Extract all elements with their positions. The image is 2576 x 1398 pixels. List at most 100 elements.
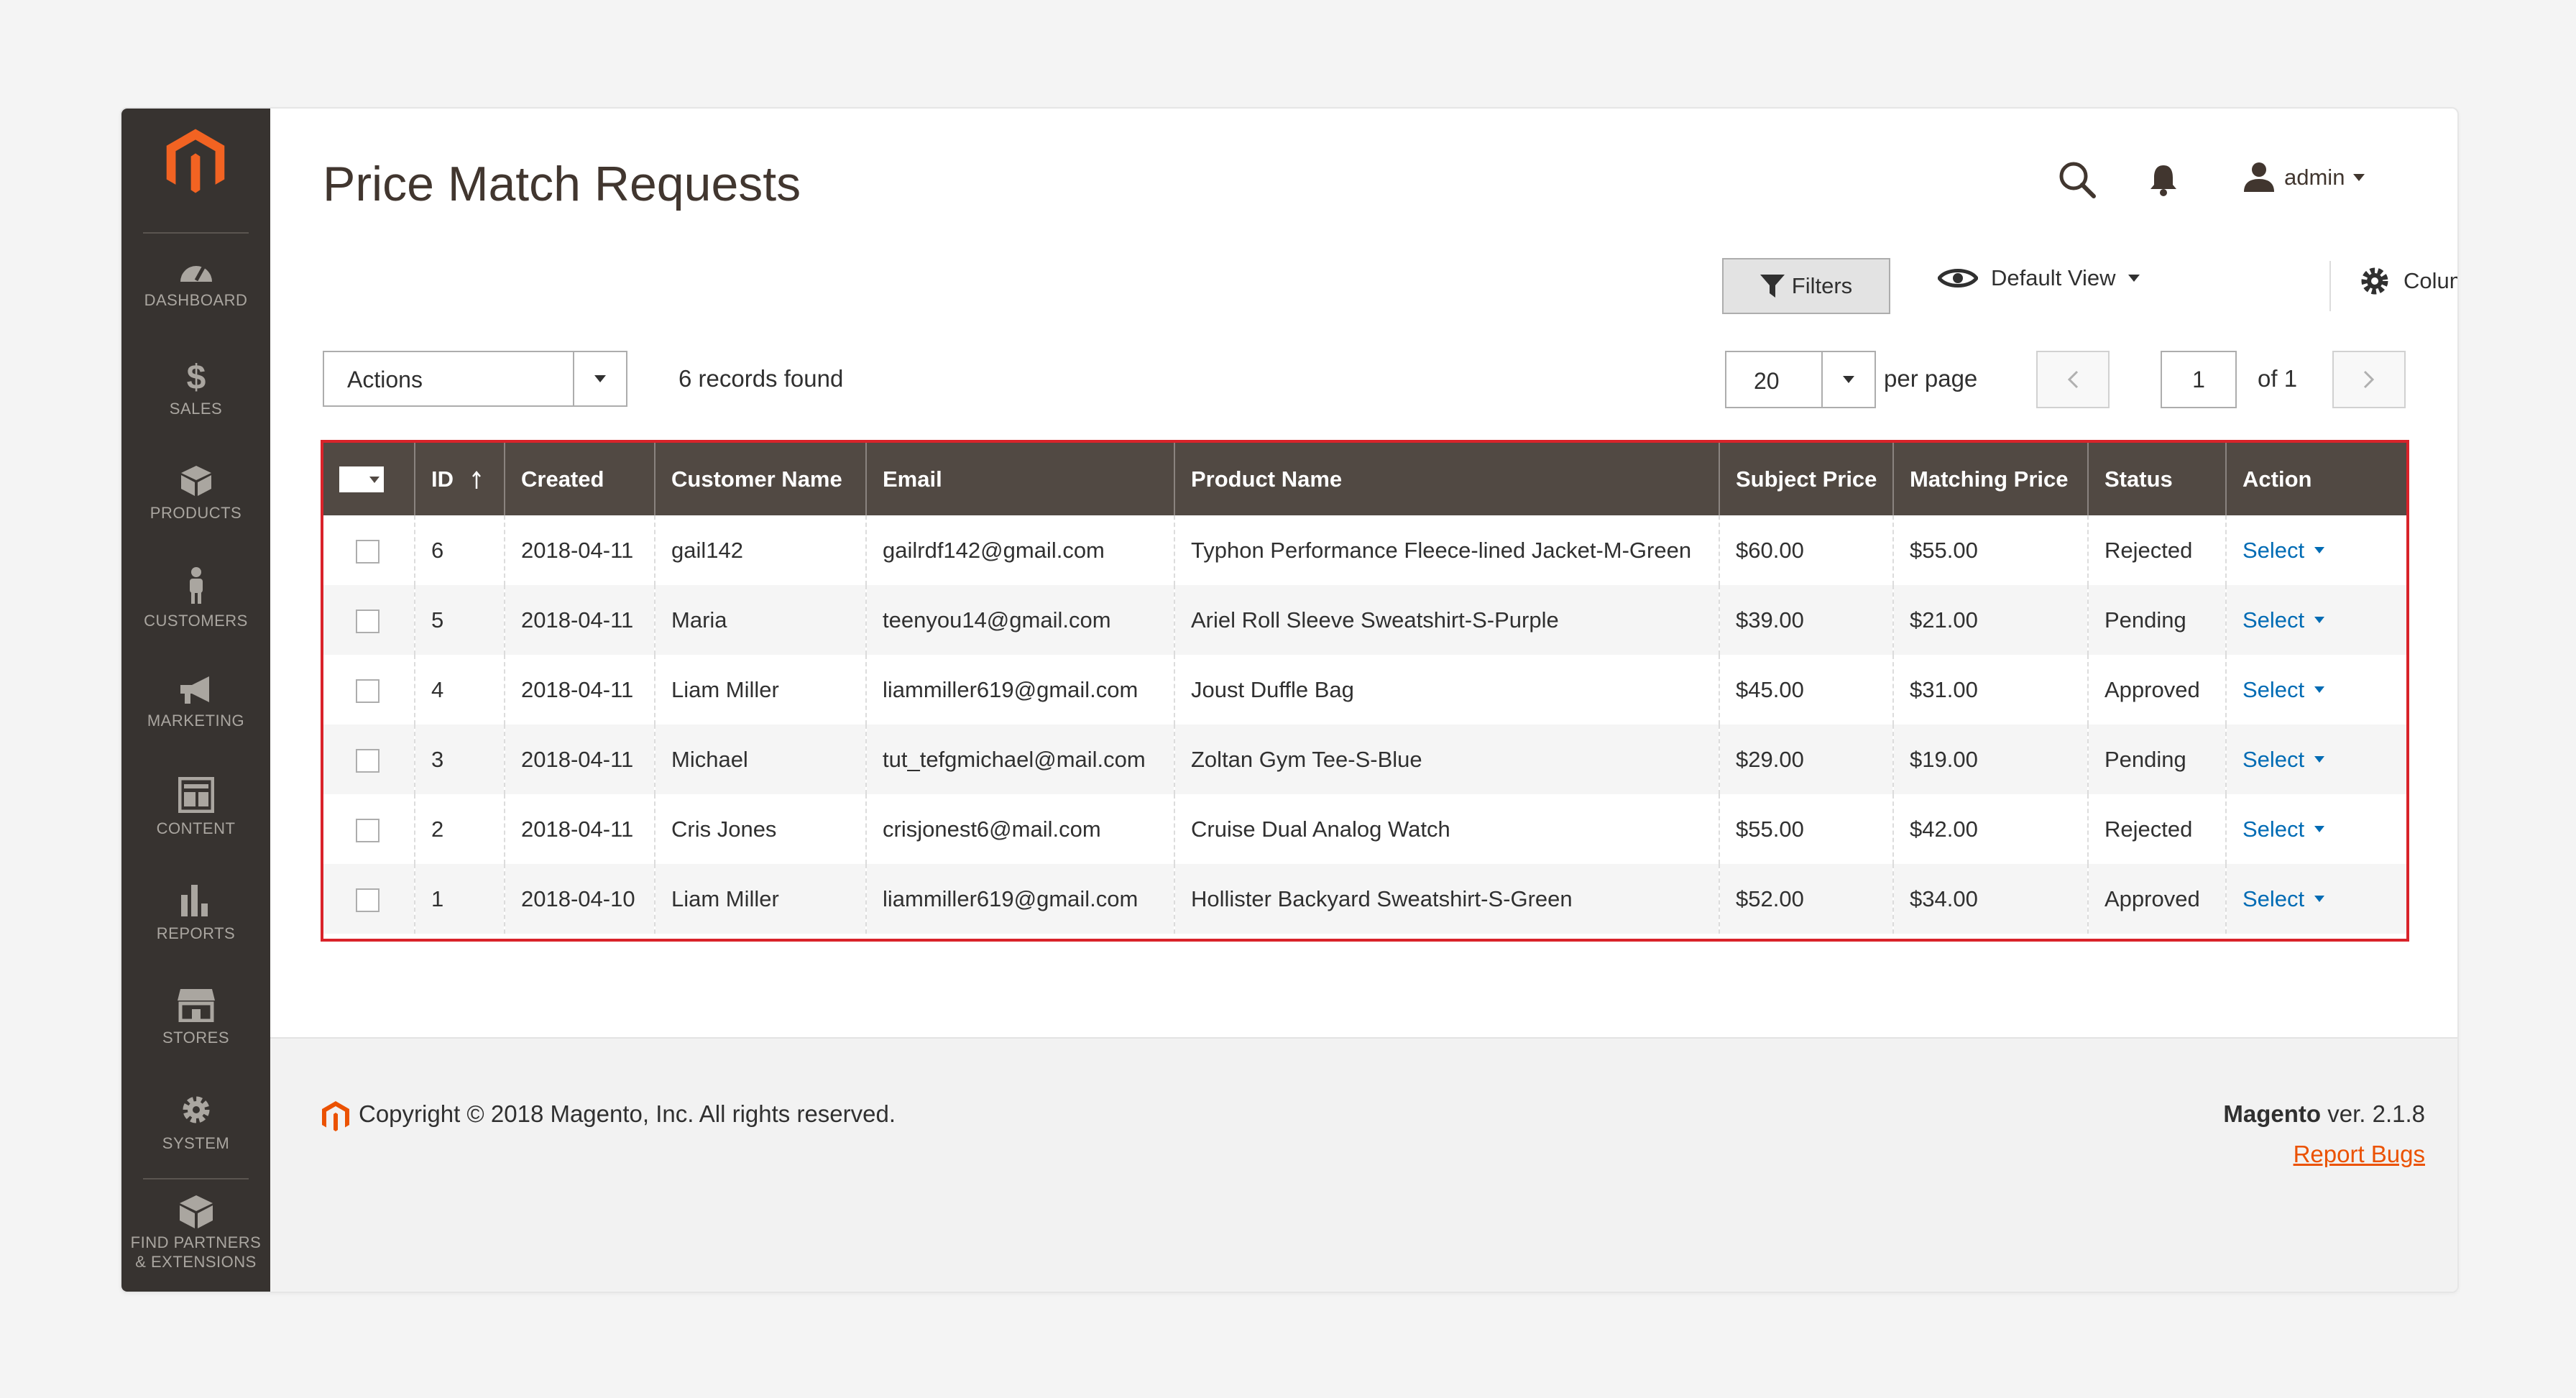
row-action-select[interactable]: Select — [2242, 886, 2325, 912]
per-page-value: 20 — [1754, 368, 1780, 394]
table-row: 5 2018-04-11 Maria teenyou14@gmail.com A… — [323, 585, 2406, 655]
dollar-icon: $ — [186, 359, 206, 393]
row-checkbox[interactable] — [356, 609, 380, 633]
cell-product-name: Typhon Performance Fleece-lined Jacket-M… — [1174, 515, 1720, 585]
mass-select-header[interactable] — [323, 443, 415, 515]
cell-created: 2018-04-11 — [505, 515, 656, 585]
gear-icon — [2361, 267, 2388, 295]
mass-select-checkbox[interactable] — [339, 466, 384, 493]
sidebar-item-label: MARKETING — [147, 712, 245, 730]
magento-logo-small — [322, 1101, 349, 1131]
row-action-select[interactable]: Select — [2242, 677, 2325, 703]
row-action-select[interactable]: Select — [2242, 607, 2325, 633]
bell-icon[interactable] — [2149, 163, 2178, 196]
user-menu[interactable]: admin — [2242, 162, 2365, 193]
caret-down-icon — [2353, 174, 2365, 181]
column-header-created[interactable]: Created — [505, 443, 656, 515]
row-action-select[interactable]: Select — [2242, 537, 2325, 564]
sidebar-item-label: STORES — [162, 1029, 230, 1047]
row-checkbox[interactable] — [356, 748, 380, 773]
cell-email: teenyou14@gmail.com — [866, 585, 1175, 655]
per-page-select[interactable]: 20 — [1725, 351, 1876, 408]
sidebar-item-customers[interactable]: CUSTOMERS — [121, 566, 270, 660]
cell-matching-price: $31.00 — [1893, 655, 2089, 725]
column-header-customer-name[interactable]: Customer Name — [655, 443, 867, 515]
sidebar-divider — [143, 1178, 249, 1179]
sidebar-item-sales[interactable]: $ SALES — [121, 359, 270, 452]
sidebar-item-label-2: & EXTENSIONS — [135, 1253, 257, 1271]
row-checkbox[interactable] — [356, 818, 380, 842]
user-icon — [2244, 162, 2274, 192]
actions-dropdown[interactable]: Actions — [323, 351, 627, 407]
column-header-product-name[interactable]: Product Name — [1174, 443, 1720, 515]
gear-icon — [183, 1096, 209, 1123]
report-bugs-link[interactable]: Report Bugs — [2294, 1141, 2425, 1168]
cell-status: Approved — [2088, 655, 2227, 725]
caret-down-icon — [1843, 376, 1854, 383]
actions-label: Actions — [347, 367, 423, 392]
copyright-text: Copyright © 2018 Magento, Inc. All right… — [359, 1100, 896, 1127]
column-header-email[interactable]: Email — [866, 443, 1175, 515]
sidebar-item-find-partners[interactable]: FIND PARTNERS & EXTENSIONS — [121, 1194, 270, 1287]
cell-email: tut_tefgmichael@mail.com — [866, 725, 1175, 794]
caret-down-icon — [2314, 617, 2325, 623]
columns-control[interactable]: Columns — [2359, 265, 2457, 297]
column-header-status[interactable]: Status — [2088, 443, 2227, 515]
row-checkbox[interactable] — [356, 539, 380, 564]
caret-down-icon — [2128, 275, 2140, 282]
sidebar-item-products[interactable]: PRODUCTS — [121, 464, 270, 558]
cell-product-name: Hollister Backyard Sweatshirt-S-Green — [1174, 864, 1720, 934]
sidebar-item-marketing[interactable]: MARKETING — [121, 675, 270, 768]
cell-created: 2018-04-11 — [505, 655, 656, 725]
caret-down-icon — [2314, 896, 2325, 902]
next-page-button[interactable] — [2332, 351, 2406, 408]
cell-subject-price: $60.00 — [1719, 515, 1894, 585]
sidebar-item-stores[interactable]: STORES — [121, 988, 270, 1081]
action-label: Select — [2242, 607, 2305, 633]
bar-chart-icon — [180, 885, 208, 916]
cell-status: Approved — [2088, 864, 2227, 934]
column-header-subject-price[interactable]: Subject Price — [1719, 443, 1894, 515]
chevron-right-icon — [2363, 370, 2375, 389]
price-match-grid: ID Created Customer Name Email Product N… — [323, 443, 2406, 934]
action-label: Select — [2242, 537, 2305, 563]
box-icon — [180, 466, 211, 496]
sort-ascending-icon — [472, 471, 481, 489]
column-header-id[interactable]: ID — [415, 443, 505, 515]
cell-matching-price: $19.00 — [1893, 725, 2089, 794]
per-page-label: per page — [1884, 365, 1978, 392]
main-content: Price Match Requests admin Filters Defau… — [270, 109, 2457, 1292]
page-footer: Copyright © 2018 Magento, Inc. All right… — [270, 1037, 2457, 1292]
search-icon[interactable] — [2058, 160, 2097, 199]
grid-header-row: ID Created Customer Name Email Product N… — [323, 443, 2406, 515]
sidebar-item-label: PRODUCTS — [150, 504, 242, 522]
row-action-select[interactable]: Select — [2242, 817, 2325, 842]
cell-product-name: Joust Duffle Bag — [1174, 655, 1720, 725]
column-header-matching-price[interactable]: Matching Price — [1893, 443, 2089, 515]
page-input[interactable]: 1 — [2161, 351, 2237, 408]
cell-customer-name: Maria — [655, 585, 867, 655]
cell-matching-price: $21.00 — [1893, 585, 2089, 655]
layout-icon — [178, 777, 214, 813]
actions-dropdown-toggle[interactable] — [573, 352, 626, 405]
sidebar-item-content[interactable]: CONTENT — [121, 777, 270, 870]
sidebar-item-label: SYSTEM — [162, 1134, 230, 1152]
sidebar-item-system[interactable]: SYSTEM — [121, 1092, 270, 1185]
row-select-cell — [323, 725, 415, 794]
row-action-select[interactable]: Select — [2242, 747, 2325, 773]
row-checkbox[interactable] — [356, 888, 380, 912]
records-found: 6 records found — [678, 365, 844, 392]
per-page-toggle[interactable] — [1821, 352, 1874, 407]
sidebar-item-dashboard[interactable]: DASHBOARD — [121, 256, 270, 349]
columns-label: Columns — [2404, 268, 2457, 293]
sidebar-item-label: SALES — [169, 400, 223, 418]
cell-subject-price: $29.00 — [1719, 725, 1894, 794]
magento-logo[interactable] — [157, 123, 234, 199]
filters-button[interactable]: Filters — [1722, 258, 1890, 314]
view-switcher[interactable]: Default View — [1938, 265, 2140, 291]
prev-page-button[interactable] — [2036, 351, 2110, 408]
sidebar-item-reports[interactable]: REPORTS — [121, 883, 270, 977]
cell-status: Rejected — [2088, 794, 2227, 864]
row-checkbox[interactable] — [356, 679, 380, 703]
cell-id: 6 — [415, 515, 505, 585]
